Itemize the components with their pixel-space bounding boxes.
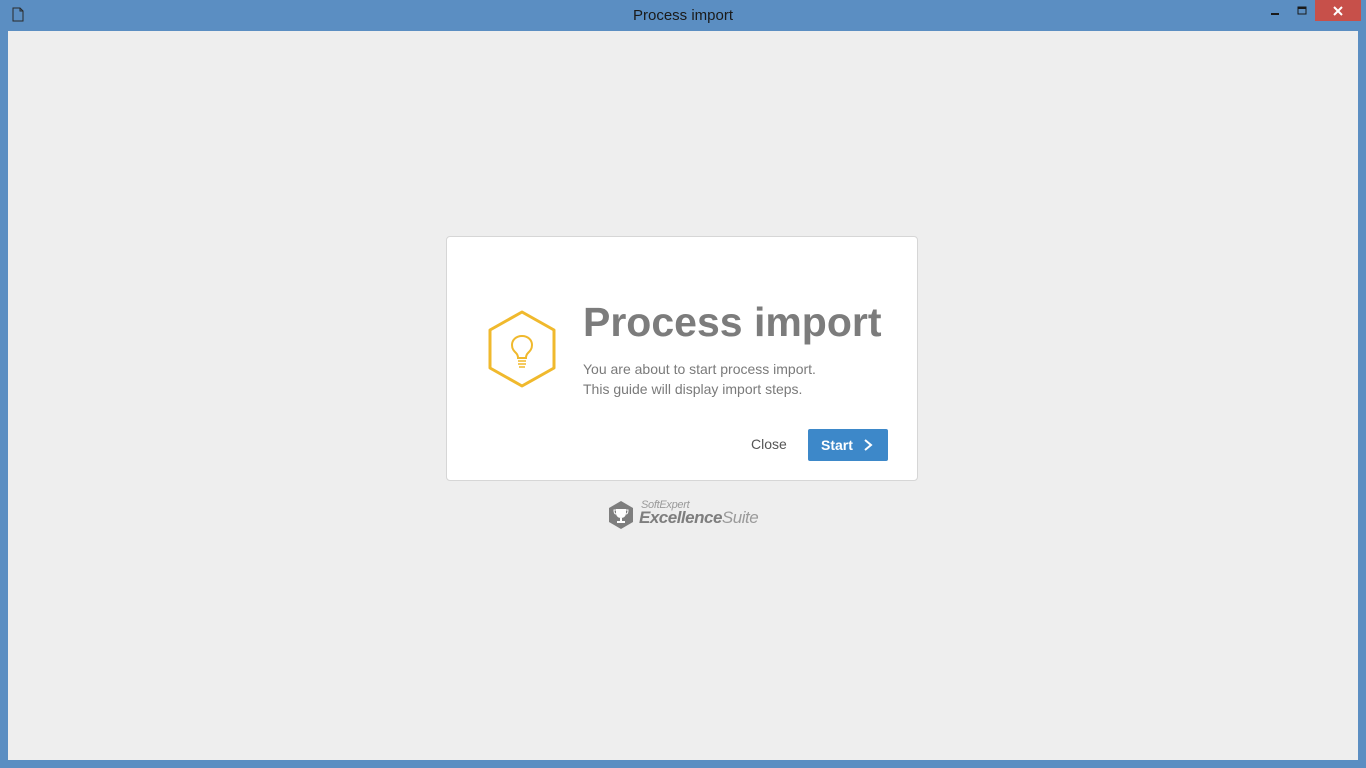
description-line-2: This guide will display import steps. bbox=[583, 381, 803, 397]
client-area: Process import You are about to start pr… bbox=[8, 31, 1358, 760]
softexpert-logo: SoftExpert ExcellenceSuite bbox=[607, 499, 767, 531]
trophy-hexagon-icon bbox=[609, 501, 633, 529]
minimize-button[interactable] bbox=[1262, 0, 1288, 21]
close-window-button[interactable] bbox=[1315, 0, 1361, 21]
lightbulb-hexagon-icon bbox=[488, 310, 556, 388]
brand-suite-text: Suite bbox=[721, 508, 759, 527]
maximize-button[interactable] bbox=[1289, 0, 1315, 21]
import-dialog-card: Process import You are about to start pr… bbox=[446, 236, 918, 481]
app-window: Process import Process import You are ab… bbox=[0, 0, 1366, 768]
start-button[interactable]: Start bbox=[808, 429, 888, 461]
brand-excellence-text: Excellence bbox=[639, 508, 722, 527]
minimize-icon bbox=[1271, 12, 1279, 15]
window-title: Process import bbox=[632, 7, 734, 24]
close-icon bbox=[1333, 5, 1343, 16]
dialog-description: You are about to start process import. T… bbox=[583, 359, 816, 399]
maximize-icon bbox=[1297, 6, 1307, 14]
chevron-right-icon bbox=[864, 439, 873, 451]
title-bar[interactable]: Process import bbox=[0, 0, 1366, 31]
dialog-title: Process import bbox=[583, 299, 882, 345]
start-button-label: Start bbox=[821, 437, 853, 453]
brand-name: ExcellenceSuite bbox=[639, 508, 759, 528]
close-button[interactable]: Close bbox=[751, 436, 787, 452]
description-line-1: You are about to start process import. bbox=[583, 361, 816, 377]
